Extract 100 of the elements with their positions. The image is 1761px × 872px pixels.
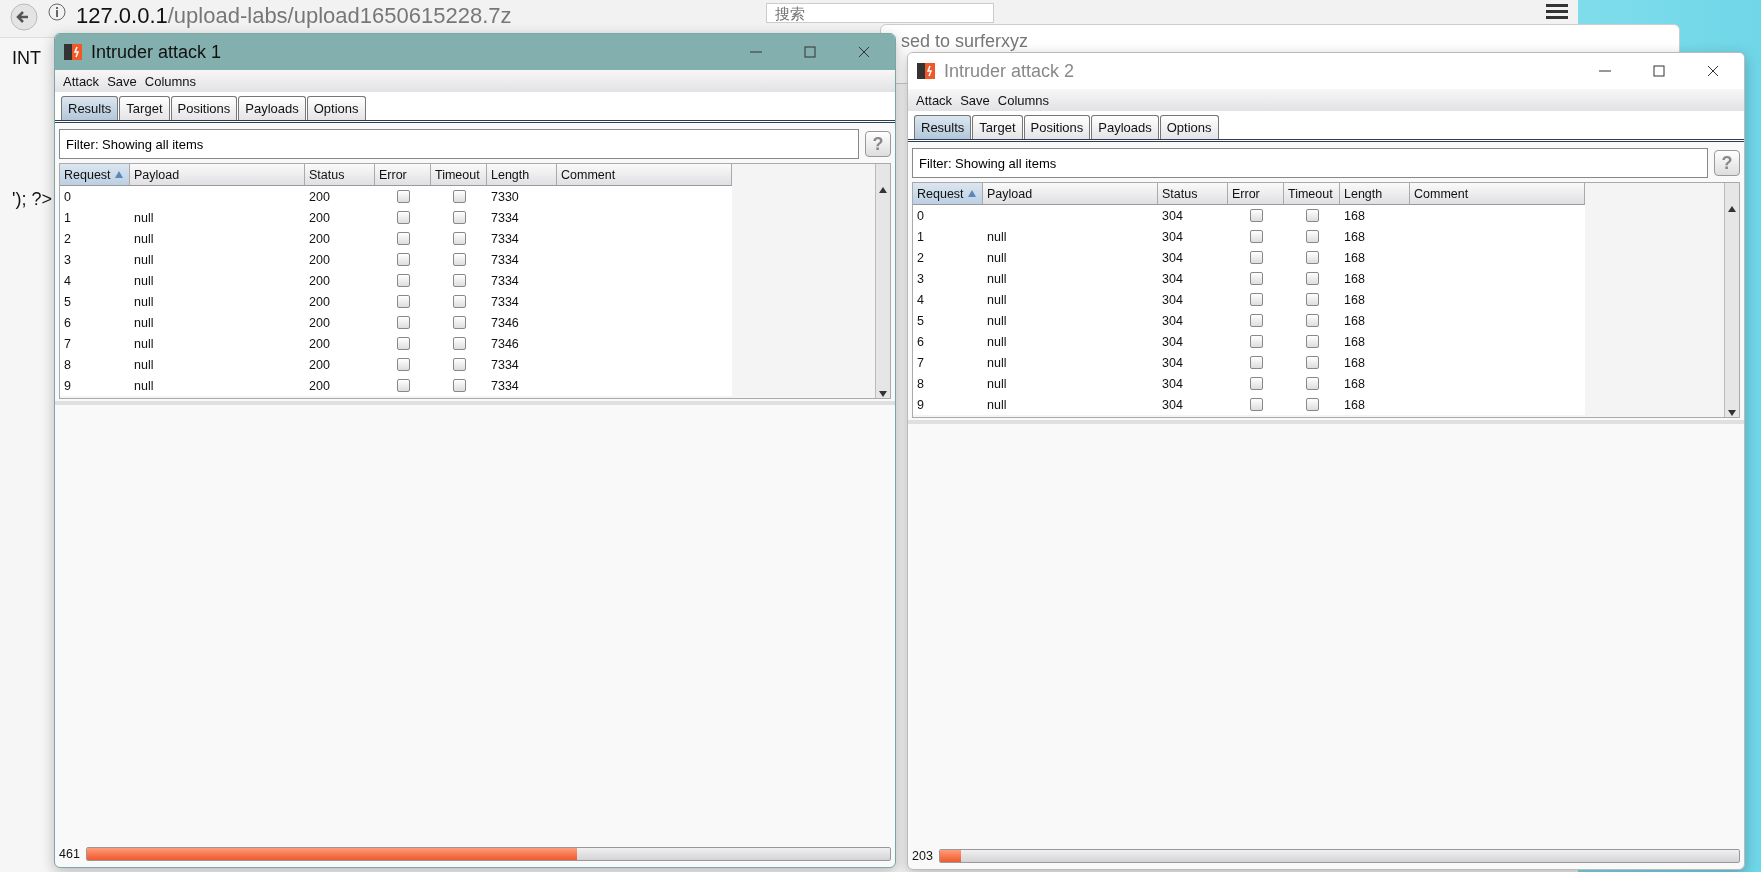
checkbox[interactable]: [396, 253, 410, 266]
menu-item[interactable]: Columns: [144, 73, 197, 89]
checkbox[interactable]: [396, 274, 410, 287]
scroll-down-icon[interactable]: [1728, 409, 1736, 417]
tab[interactable]: Options: [1159, 115, 1219, 139]
checkbox[interactable]: [396, 337, 410, 350]
column-header[interactable]: Request: [60, 164, 130, 186]
menu-item[interactable]: Attack: [63, 73, 100, 89]
checkbox[interactable]: [1305, 335, 1319, 348]
column-header[interactable]: Status: [305, 164, 375, 186]
tab[interactable]: Payloads: [1091, 115, 1159, 139]
checkbox[interactable]: [452, 274, 466, 287]
checkbox[interactable]: [1249, 356, 1263, 369]
checkbox[interactable]: [1305, 356, 1319, 369]
checkbox[interactable]: [1305, 293, 1319, 306]
checkbox[interactable]: [452, 295, 466, 308]
column-header[interactable]: Length: [1340, 183, 1410, 205]
address-bar[interactable]: 127.0.0.1/upload-labs/upload1650615228.7z: [76, 3, 636, 29]
filter-bar[interactable]: Filter: Showing all items: [912, 148, 1708, 178]
table-row[interactable]: 6 null 304 168: [913, 331, 1585, 352]
checkbox[interactable]: [1249, 377, 1263, 390]
table-row[interactable]: 6 null 200 7346: [60, 312, 732, 333]
menu-item[interactable]: Save: [960, 92, 990, 108]
column-header[interactable]: Payload: [983, 183, 1158, 205]
menu-item[interactable]: Attack: [916, 92, 953, 108]
filter-bar[interactable]: Filter: Showing all items: [59, 129, 859, 159]
table-row[interactable]: 3 null 200 7334: [60, 249, 732, 270]
table-row[interactable]: 3 null 304 168: [913, 268, 1585, 289]
column-header[interactable]: Comment: [557, 164, 732, 186]
table-row[interactable]: 9 null 200 7334: [60, 375, 732, 396]
checkbox[interactable]: [452, 337, 466, 350]
tab[interactable]: Results: [914, 115, 972, 139]
checkbox[interactable]: [1249, 230, 1263, 243]
checkbox[interactable]: [396, 190, 410, 203]
checkbox[interactable]: [396, 211, 410, 224]
checkbox[interactable]: [1305, 272, 1319, 285]
checkbox[interactable]: [1249, 335, 1263, 348]
checkbox[interactable]: [1305, 209, 1319, 222]
tab[interactable]: Target: [119, 96, 170, 120]
column-header[interactable]: Payload: [130, 164, 305, 186]
checkbox[interactable]: [452, 232, 466, 245]
checkbox[interactable]: [1249, 398, 1263, 411]
checkbox[interactable]: [396, 379, 410, 392]
checkbox[interactable]: [1249, 209, 1263, 222]
checkbox[interactable]: [452, 253, 466, 266]
tab[interactable]: Positions: [170, 96, 238, 120]
checkbox[interactable]: [452, 316, 466, 329]
menu-item[interactable]: Columns: [997, 92, 1050, 108]
search-field[interactable]: 搜索: [766, 3, 994, 23]
table-row[interactable]: 2 null 304 168: [913, 247, 1585, 268]
column-header[interactable]: Error: [375, 164, 431, 186]
scrollbar[interactable]: [875, 164, 890, 398]
table-row[interactable]: 4 null 304 168: [913, 289, 1585, 310]
column-header[interactable]: Request: [913, 183, 983, 205]
column-header[interactable]: Timeout: [431, 164, 487, 186]
back-icon[interactable]: [10, 3, 38, 31]
table-row[interactable]: 7 null 304 168: [913, 352, 1585, 373]
column-header[interactable]: Error: [1228, 183, 1284, 205]
table-row[interactable]: 0 200 7330: [60, 186, 732, 207]
checkbox[interactable]: [452, 358, 466, 371]
tab[interactable]: Payloads: [238, 96, 306, 120]
tab[interactable]: Positions: [1023, 115, 1091, 139]
scroll-up-icon[interactable]: [879, 186, 887, 194]
checkbox[interactable]: [396, 232, 410, 245]
table-row[interactable]: 0 304 168: [913, 205, 1585, 226]
table-row[interactable]: 5 null 304 168: [913, 310, 1585, 331]
column-header[interactable]: Comment: [1410, 183, 1585, 205]
checkbox[interactable]: [452, 211, 466, 224]
checkbox[interactable]: [396, 316, 410, 329]
column-header[interactable]: Timeout: [1284, 183, 1340, 205]
table-row[interactable]: 5 null 200 7334: [60, 291, 732, 312]
info-icon[interactable]: [48, 3, 66, 21]
checkbox[interactable]: [1305, 251, 1319, 264]
column-header[interactable]: Status: [1158, 183, 1228, 205]
checkbox[interactable]: [1249, 251, 1263, 264]
table-row[interactable]: 9 null 304 168: [913, 394, 1585, 415]
table-row[interactable]: 1 null 304 168: [913, 226, 1585, 247]
checkbox[interactable]: [1305, 398, 1319, 411]
tab[interactable]: Target: [972, 115, 1023, 139]
table-row[interactable]: 8 null 304 168: [913, 373, 1585, 394]
checkbox[interactable]: [396, 358, 410, 371]
checkbox[interactable]: [1305, 314, 1319, 327]
checkbox[interactable]: [396, 295, 410, 308]
table-row[interactable]: 2 null 200 7334: [60, 228, 732, 249]
menu-item[interactable]: Save: [107, 73, 137, 89]
checkbox[interactable]: [1249, 272, 1263, 285]
column-header[interactable]: Length: [487, 164, 557, 186]
checkbox[interactable]: [1249, 293, 1263, 306]
scroll-up-icon[interactable]: [1728, 205, 1736, 213]
scrollbar[interactable]: [1724, 183, 1739, 417]
menu-icon[interactable]: [1546, 3, 1568, 19]
checkbox[interactable]: [1305, 377, 1319, 390]
table-row[interactable]: 7 null 200 7346: [60, 333, 732, 354]
scroll-down-icon[interactable]: [879, 390, 887, 398]
table-row[interactable]: 4 null 200 7334: [60, 270, 732, 291]
checkbox[interactable]: [1305, 230, 1319, 243]
tab[interactable]: Results: [61, 96, 119, 120]
tab[interactable]: Options: [306, 96, 366, 120]
checkbox[interactable]: [452, 190, 466, 203]
checkbox[interactable]: [1249, 314, 1263, 327]
